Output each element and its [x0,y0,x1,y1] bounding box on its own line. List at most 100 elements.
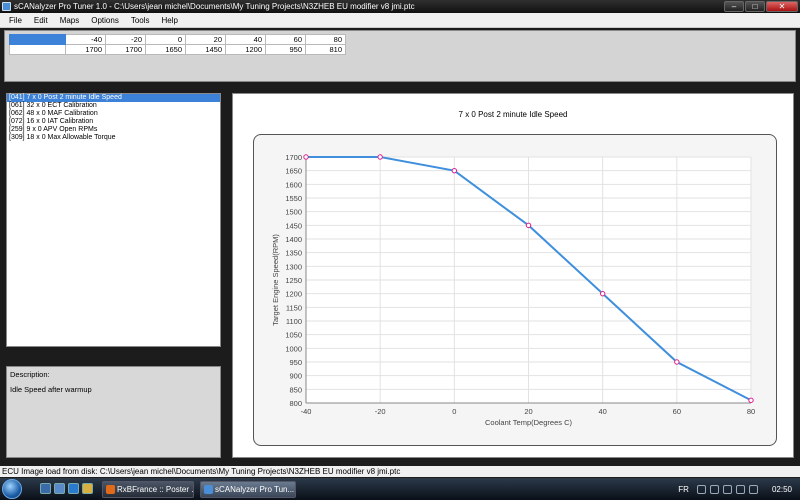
data-point [599,290,606,297]
start-button[interactable] [2,479,22,499]
line-chart: 8008509009501000105011001150120012501300… [271,153,755,427]
table-row: 1700 1700 1650 1450 1200 950 810 [9,44,346,55]
menu-maps[interactable]: Maps [54,13,86,28]
battery-icon[interactable] [748,484,758,494]
y-tick-label: 1700 [285,153,302,162]
y-axis-label: Target Engine Speed(RPM) [271,234,280,326]
system-tray: FR 02:50 [678,478,798,500]
table-header-cell[interactable]: 60 [265,34,306,45]
menu-edit[interactable]: Edit [28,13,54,28]
task-label: sCANalyzer Pro Tun... [215,485,295,494]
data-point [377,154,383,160]
table-header-cell[interactable]: -20 [105,34,146,45]
x-tick-label: 80 [747,407,755,416]
y-tick-label: 1650 [285,167,302,176]
browser-icon[interactable] [68,483,79,494]
table-cell[interactable]: 1450 [185,44,226,55]
x-tick-label: -20 [375,407,386,416]
y-tick-label: 1450 [285,221,302,230]
y-tick-label: 1050 [285,331,302,340]
x-axis-label: Coolant Temp(Degrees C) [485,418,572,427]
tray-arrow-icon[interactable] [696,484,706,494]
table-header-cell[interactable]: 20 [185,34,226,45]
task-button-scanalyzer[interactable]: sCANalyzer Pro Tun... [200,481,296,498]
taskbar: RxBFrance :: Poster ... sCANalyzer Pro T… [0,478,800,500]
clock[interactable]: 02:50 [772,485,792,494]
y-tick-label: 850 [289,385,302,394]
chart-title: 7 x 0 Post 2 minute Idle Speed [458,110,568,119]
table-header-cell[interactable]: 0 [145,34,186,45]
network-icon[interactable] [709,484,719,494]
description-text: Idle Speed after warmup [10,385,92,394]
data-point [303,154,309,160]
menu-file[interactable]: File [0,13,28,28]
language-indicator[interactable]: FR [678,485,689,494]
firefox-icon [106,485,115,494]
menu-bar: File Edit Maps Options Tools Help [0,13,800,28]
y-tick-label: 1550 [285,194,302,203]
chart-frame: 800 850 900 950 1000 1050 1100 1150 1200 1250 1300… [253,134,777,446]
y-tick-label: 950 [289,358,302,367]
close-button[interactable]: ✕ [766,1,798,12]
y-tick-label: 1500 [285,208,302,217]
table-cell[interactable]: 950 [265,44,306,55]
y-tick-label: 1250 [285,276,302,285]
window-title: sCANalyzer Pro Tuner 1.0 - C:\Users\jean… [14,2,415,11]
app-icon [2,2,11,11]
y-tick-label: 900 [289,372,302,381]
task-button-forum[interactable]: RxBFrance :: Poster ... [102,481,194,498]
data-point [451,167,458,174]
table-header-cell[interactable]: 80 [305,34,346,45]
quick-launch [40,483,96,494]
table-header-cell[interactable]: -40 [65,34,106,45]
switch-windows-icon[interactable] [54,483,65,494]
update-icon[interactable] [722,484,732,494]
y-tick-label: 1350 [285,249,302,258]
show-desktop-icon[interactable] [40,483,51,494]
list-item[interactable]: [062] 48 x 0 MAF Calibration [7,110,220,118]
x-tick-label: 20 [524,407,532,416]
table-header-cell[interactable]: 40 [225,34,266,45]
data-point [674,359,680,365]
y-tick-label: 1600 [285,180,302,189]
map-table-panel: -40 -20 0 20 40 60 80 1700 1700 1650 145… [4,30,796,82]
y-tick-label: 1000 [285,344,302,353]
y-tick-label: 1150 [286,303,302,312]
table-row-header[interactable] [9,44,66,55]
minimize-button[interactable]: – [724,1,744,12]
maps-list: [041] 7 x 0 Post 2 minute Idle Speed [06… [6,93,221,347]
map-table: -40 -20 0 20 40 60 80 1700 1700 1650 145… [9,34,346,55]
list-item[interactable]: [259] 9 x 0 APV Open RPMs [7,126,220,134]
table-cell[interactable]: 1700 [65,44,106,55]
window-controls: – □ ✕ [723,1,798,12]
x-tick-label: -40 [301,407,312,416]
list-item[interactable]: [041] 7 x 0 Post 2 minute Idle Speed [7,94,220,102]
task-label: RxBFrance :: Poster ... [117,485,194,494]
table-corner-cell[interactable] [9,34,66,45]
list-item[interactable]: [061] 32 x 0 ECT Calibration [7,102,220,110]
menu-help[interactable]: Help [156,13,184,28]
y-tick-label: 1200 [285,290,302,299]
table-cell[interactable]: 1650 [145,44,186,55]
title-bar: sCANalyzer Pro Tuner 1.0 - C:\Users\jean… [0,0,800,13]
data-point [525,222,532,229]
list-item[interactable]: [072] 16 x 0 IAT Calibration [7,118,220,126]
app-icon [204,485,213,494]
y-tick-label: 1100 [286,317,302,326]
menu-options[interactable]: Options [85,13,125,28]
speaker-icon[interactable] [735,484,745,494]
chart-panel: 7 x 0 Post 2 minute Idle Speed 800 850 900… [232,93,794,458]
maximize-button[interactable]: □ [745,1,765,12]
menu-tools[interactable]: Tools [125,13,156,28]
explorer-icon[interactable] [82,483,93,494]
data-point [748,397,754,403]
table-cell[interactable]: 1200 [225,44,266,55]
status-bar: ECU Image load from disk: C:\Users\jean … [0,466,800,477]
description-label: Description: [10,370,50,379]
list-item[interactable]: [309] 18 x 0 Max Allowable Torque [7,134,220,142]
table-cell[interactable]: 810 [305,44,346,55]
y-tick-label: 1400 [285,235,302,244]
y-tick-label: 1300 [285,262,302,271]
table-header-row: -40 -20 0 20 40 60 80 [9,34,346,45]
table-cell[interactable]: 1700 [105,44,146,55]
